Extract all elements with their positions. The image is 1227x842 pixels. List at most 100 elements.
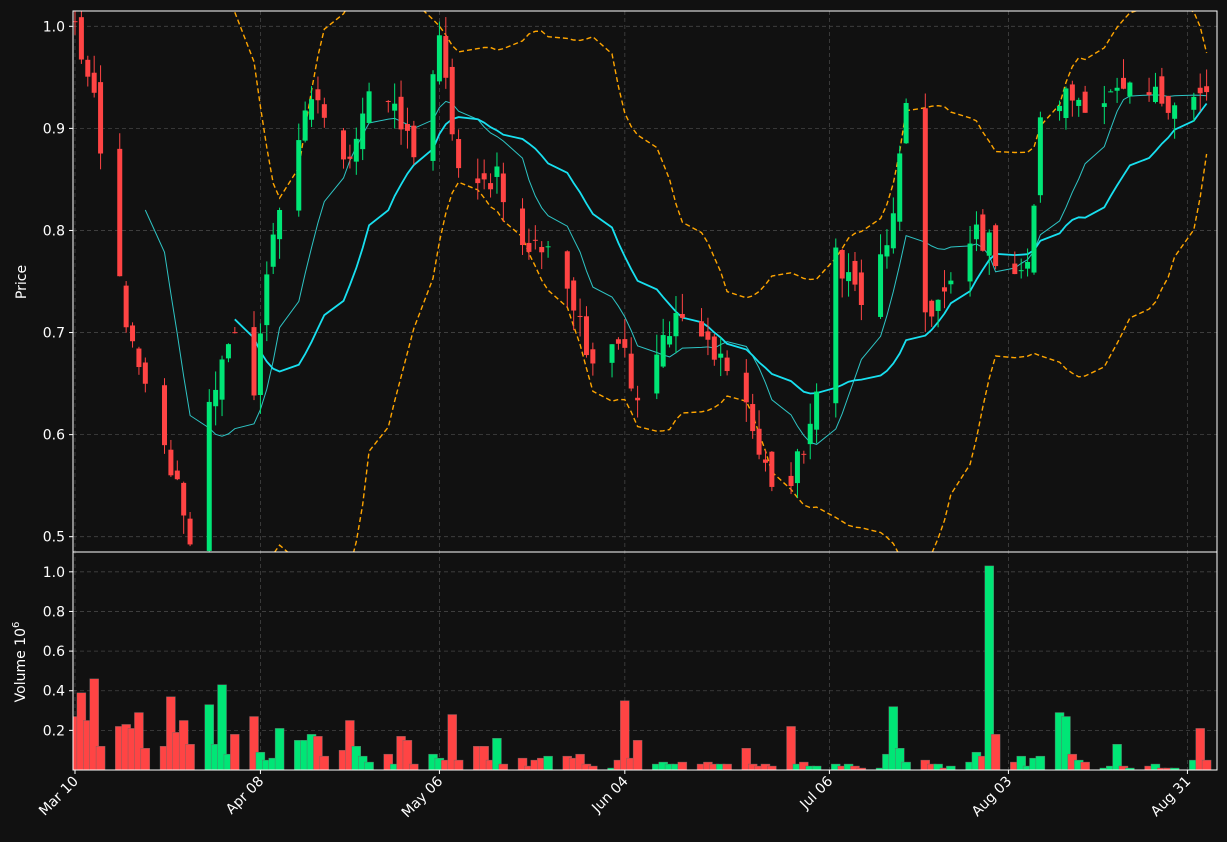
volume-bar bbox=[946, 765, 956, 770]
candle-body bbox=[1031, 205, 1037, 273]
candle-body bbox=[897, 153, 903, 222]
candle-body bbox=[1082, 91, 1088, 113]
candle-body bbox=[232, 332, 238, 334]
candle-body bbox=[1152, 86, 1158, 102]
date-tick-label: Aug 31 bbox=[1148, 774, 1194, 820]
candle-body bbox=[941, 287, 947, 292]
candle-body bbox=[341, 130, 347, 160]
volume-bar bbox=[319, 755, 330, 770]
price-axis-label: Price bbox=[14, 265, 30, 299]
candle-body bbox=[1127, 82, 1133, 97]
candle-body bbox=[136, 348, 142, 368]
price-tick-label: 0.5 bbox=[43, 530, 65, 546]
candle-body bbox=[948, 280, 954, 285]
volume-tick-label: 1.0 bbox=[43, 565, 65, 581]
upper-band-line bbox=[234, 11, 1208, 299]
volume-bar bbox=[140, 748, 151, 770]
candle-body bbox=[123, 285, 129, 328]
candle-body bbox=[494, 166, 500, 177]
candle-body bbox=[628, 353, 634, 389]
candle-body bbox=[1165, 96, 1171, 113]
candle-body bbox=[532, 239, 538, 241]
candle-body bbox=[1069, 84, 1075, 101]
volume-bar bbox=[543, 755, 553, 770]
candle-body bbox=[807, 423, 813, 445]
candle-body bbox=[1018, 270, 1024, 272]
candle-body bbox=[321, 104, 327, 118]
candle-body bbox=[117, 148, 123, 277]
candle-body bbox=[392, 103, 398, 111]
candle-body bbox=[878, 254, 884, 317]
candle-body bbox=[705, 331, 711, 340]
candle-body bbox=[788, 475, 794, 487]
candle-body bbox=[430, 74, 436, 161]
date-tick-label: Mar 10 bbox=[36, 774, 82, 820]
candle-body bbox=[296, 140, 302, 211]
candle-body bbox=[699, 321, 705, 337]
candle-body bbox=[174, 470, 180, 480]
candle-body bbox=[1037, 117, 1043, 196]
candle-body bbox=[1114, 87, 1120, 91]
candle-body bbox=[846, 272, 852, 282]
candle-body bbox=[168, 449, 174, 476]
candle-body bbox=[1197, 87, 1203, 94]
candle-body bbox=[571, 280, 577, 311]
candle-body bbox=[398, 96, 404, 130]
volume-bar bbox=[901, 761, 911, 770]
candle-body bbox=[539, 246, 545, 253]
date-tick-label: Jun 04 bbox=[588, 773, 631, 816]
candle-body bbox=[564, 251, 570, 289]
candle-body bbox=[1172, 105, 1178, 119]
candle-body bbox=[635, 397, 641, 401]
volume-bar bbox=[811, 765, 822, 770]
candle-body bbox=[309, 99, 315, 120]
candle-body bbox=[181, 482, 187, 516]
candle-body bbox=[756, 428, 762, 455]
volume-bar bbox=[1201, 759, 1212, 770]
candle-body bbox=[743, 372, 749, 403]
candle-body bbox=[436, 35, 442, 82]
volume-tick-label: 0.6 bbox=[43, 644, 65, 660]
candle-body bbox=[1025, 261, 1031, 269]
candle-body bbox=[973, 224, 979, 240]
candle-body bbox=[622, 339, 628, 348]
candle-body bbox=[583, 316, 589, 356]
candle-body bbox=[449, 66, 455, 135]
candle-body bbox=[85, 59, 91, 77]
candle-body bbox=[366, 91, 372, 123]
candle-body bbox=[500, 173, 506, 203]
candle-body bbox=[257, 333, 263, 396]
candle-body bbox=[1191, 96, 1197, 110]
candle-body bbox=[98, 82, 104, 154]
candle-body bbox=[130, 325, 136, 342]
price-tick-label: 0.8 bbox=[43, 223, 65, 239]
candle-body bbox=[1120, 77, 1126, 89]
price-tick-label: 0.7 bbox=[43, 326, 65, 342]
ma-fast-line bbox=[144, 94, 1207, 445]
candle-body bbox=[225, 344, 231, 359]
volume-bar bbox=[677, 761, 688, 770]
price-panel bbox=[73, 11, 1210, 552]
candle-body bbox=[1146, 92, 1152, 95]
volume-bar bbox=[453, 759, 464, 770]
candle-body bbox=[762, 459, 768, 463]
candle-body bbox=[78, 17, 84, 60]
grid bbox=[73, 11, 1217, 770]
candle-body bbox=[206, 401, 212, 551]
candle-body bbox=[315, 89, 321, 101]
candle-body bbox=[456, 139, 462, 169]
candle-body bbox=[545, 246, 551, 248]
price-frame bbox=[72, 10, 1218, 553]
candle-body bbox=[724, 357, 730, 372]
candle-body bbox=[667, 336, 673, 345]
candle-body bbox=[142, 362, 148, 384]
candle-body bbox=[353, 138, 359, 162]
candle-body bbox=[488, 183, 494, 190]
price-tick-label: 0.9 bbox=[43, 121, 65, 137]
bollinger-bands bbox=[234, 11, 1208, 552]
price-tick-label: 1.0 bbox=[43, 19, 65, 35]
candle-body bbox=[411, 125, 417, 158]
candle-body bbox=[443, 36, 449, 78]
candle-body bbox=[187, 518, 193, 545]
candle-body bbox=[219, 359, 225, 400]
